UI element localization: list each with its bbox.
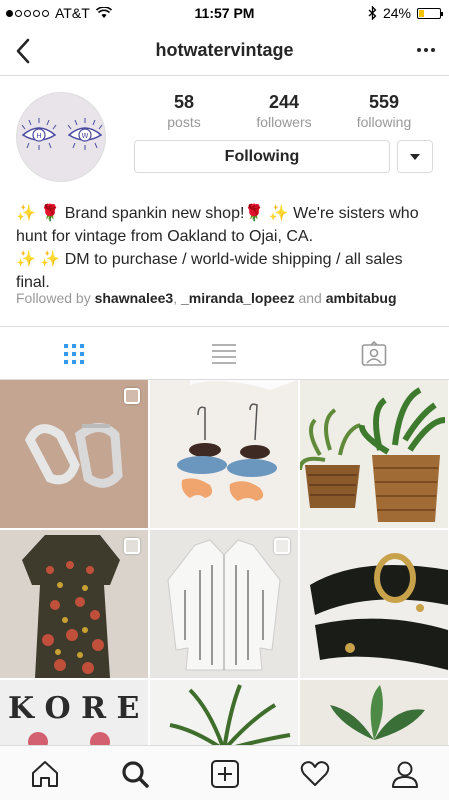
battery-percent: 24% bbox=[382, 5, 411, 21]
post-potted-plants-baskets[interactable] bbox=[300, 380, 448, 528]
profile-icon[interactable] bbox=[390, 759, 420, 789]
followers-label: followers bbox=[256, 114, 312, 130]
svg-text:H: H bbox=[36, 132, 41, 140]
navigation-bar: hotwatervintage bbox=[0, 26, 449, 76]
posts-label: posts bbox=[167, 114, 201, 130]
grid-view-icon[interactable] bbox=[61, 341, 87, 367]
avatar[interactable]: H W bbox=[16, 92, 106, 182]
svg-text:K O R E A: K O R E A bbox=[8, 691, 148, 726]
following-label: following bbox=[356, 114, 412, 130]
home-icon[interactable] bbox=[30, 759, 60, 789]
following-stat[interactable]: 559 following bbox=[339, 92, 429, 130]
followed-by-prefix: Followed by bbox=[16, 290, 91, 306]
suggestions-dropdown-button[interactable] bbox=[397, 140, 433, 173]
followers-count: 244 bbox=[268, 92, 300, 112]
followed-by-conj: and bbox=[298, 290, 322, 306]
profile-view-tabs bbox=[0, 326, 449, 380]
bio-line-2: ✨ ✨ DM to purchase / world-wide shipping… bbox=[16, 251, 403, 291]
page-title: hotwatervintage bbox=[155, 40, 294, 60]
post-black-gold-belt[interactable] bbox=[300, 530, 448, 678]
tagged-view-icon[interactable] bbox=[361, 341, 387, 367]
photo-grid: K O R E A bbox=[0, 380, 449, 745]
post-hanging-plant[interactable] bbox=[300, 680, 448, 745]
bottom-tab-bar bbox=[0, 745, 449, 800]
follower-link-1[interactable]: shawnalee3 bbox=[95, 290, 174, 306]
search-icon[interactable] bbox=[120, 759, 150, 789]
multiple-photos-icon bbox=[124, 538, 140, 554]
more-options-icon[interactable] bbox=[417, 48, 435, 52]
profile-header: H W 58 posts 244 followers 559 following… bbox=[0, 76, 449, 326]
followed-by[interactable]: Followed by shawnalee3, _miranda_lopeez … bbox=[16, 290, 397, 306]
back-arrow-icon[interactable] bbox=[12, 38, 36, 64]
list-view-icon[interactable] bbox=[211, 341, 237, 367]
followers-stat[interactable]: 244 followers bbox=[239, 92, 329, 130]
multiple-photos-icon bbox=[124, 388, 140, 404]
add-post-icon[interactable] bbox=[210, 759, 240, 789]
post-white-print-jacket[interactable] bbox=[150, 530, 298, 678]
profile-bio: ✨ 🌹 Brand spankin new shop!🌹 ✨ We're sis… bbox=[16, 202, 436, 294]
battery-icon bbox=[417, 7, 443, 19]
post-blue-orange-fish-earrings[interactable] bbox=[150, 380, 298, 528]
eyes-logo-icon: H W bbox=[21, 118, 103, 150]
chevron-down-icon bbox=[410, 153, 420, 160]
posts-count: 58 bbox=[173, 92, 195, 112]
activity-heart-icon[interactable] bbox=[300, 759, 330, 789]
bluetooth-icon bbox=[368, 6, 377, 20]
post-korea-embroidered-patch[interactable]: K O R E A bbox=[0, 680, 148, 745]
follower-link-3[interactable]: ambitabug bbox=[326, 290, 397, 306]
bio-line-1: ✨ 🌹 Brand spankin new shop!🌹 ✨ We're sis… bbox=[16, 205, 419, 245]
multiple-photos-icon bbox=[274, 538, 290, 554]
following-count: 559 bbox=[368, 92, 400, 112]
post-silver-hoop-earrings[interactable] bbox=[0, 380, 148, 528]
post-floral-vintage-dress[interactable] bbox=[0, 530, 148, 678]
svg-text:W: W bbox=[82, 132, 89, 140]
post-spider-plant[interactable] bbox=[150, 680, 298, 745]
following-button[interactable]: Following bbox=[134, 140, 390, 173]
profile-stats: 58 posts 244 followers 559 following bbox=[134, 92, 434, 130]
posts-stat[interactable]: 58 posts bbox=[139, 92, 229, 130]
follower-link-2[interactable]: _miranda_lopeez bbox=[181, 290, 295, 306]
status-bar: AT&T 11:57 PM 24% bbox=[0, 0, 449, 26]
